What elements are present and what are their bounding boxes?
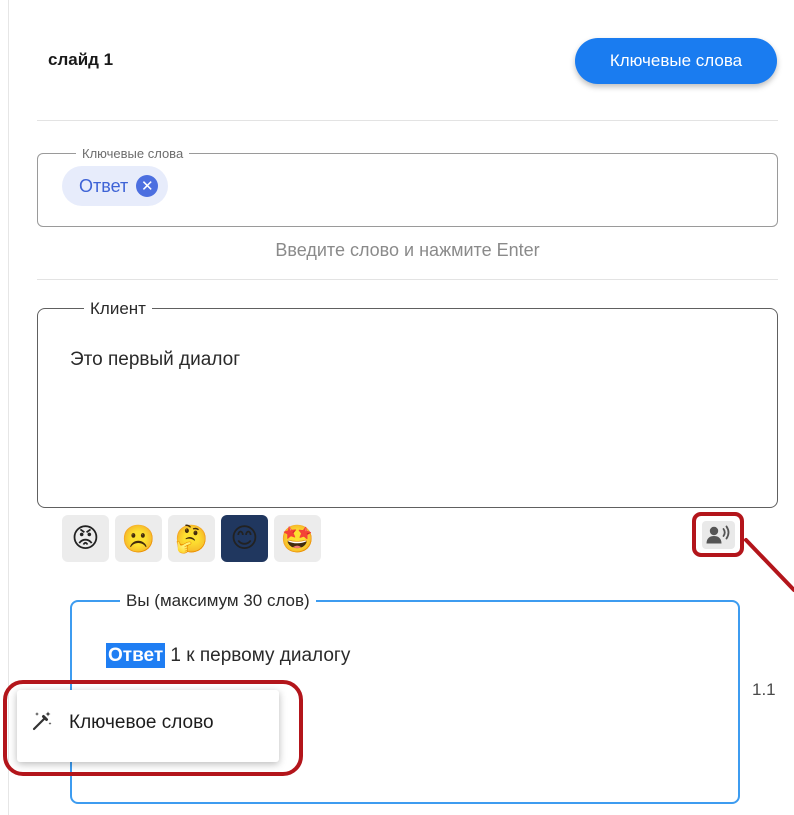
magic-wand-icon bbox=[32, 711, 52, 731]
emoji-sad-button[interactable]: ☹️ bbox=[115, 515, 162, 562]
emoji-smile-button[interactable]: 😊 bbox=[221, 515, 268, 562]
voice-button[interactable] bbox=[692, 512, 744, 557]
selected-keyword-text: Ответ bbox=[106, 643, 166, 668]
slide-title: слайд 1 bbox=[48, 50, 114, 69]
client-field[interactable]: Клиент Это первый диалог bbox=[37, 300, 778, 508]
remove-chip-icon[interactable]: ✕ bbox=[136, 175, 159, 197]
divider bbox=[37, 279, 778, 280]
answer-text[interactable]: Ответ 1 к первому диалогу bbox=[106, 643, 704, 668]
client-field-label: Клиент bbox=[90, 299, 146, 318]
keywords-helper-text: Введите слово и нажмите Enter bbox=[275, 240, 540, 260]
answer-field-label: Вы (максимум 30 слов) bbox=[126, 591, 310, 610]
client-text[interactable]: Это первый диалог bbox=[70, 349, 745, 371]
emotion-selector: 😡 ☹️ 🤔 😊 🤩 bbox=[62, 515, 321, 562]
keywords-field[interactable]: Ключевые слова Ответ ✕ bbox=[37, 147, 778, 227]
emoji-angry-button[interactable]: 😡 bbox=[62, 515, 109, 562]
context-menu: Ключевое слово bbox=[17, 690, 279, 762]
keyword-chip[interactable]: Ответ ✕ bbox=[62, 166, 169, 206]
left-border bbox=[8, 0, 9, 815]
speaking-person-icon bbox=[706, 525, 730, 543]
keywords-button[interactable]: Ключевые слова bbox=[575, 38, 777, 84]
emoji-star-struck-button[interactable]: 🤩 bbox=[274, 515, 321, 562]
keywords-field-label: Ключевые слова bbox=[82, 146, 184, 161]
context-menu-keyword-item[interactable]: Ключевое слово bbox=[69, 712, 214, 734]
answer-rest-text: 1 к первому диалогу bbox=[170, 645, 351, 666]
emoji-thinking-button[interactable]: 🤔 bbox=[168, 515, 215, 562]
keyword-chip-label: Ответ bbox=[79, 175, 129, 196]
row-number: 1.1 bbox=[752, 680, 776, 699]
divider bbox=[37, 120, 778, 121]
